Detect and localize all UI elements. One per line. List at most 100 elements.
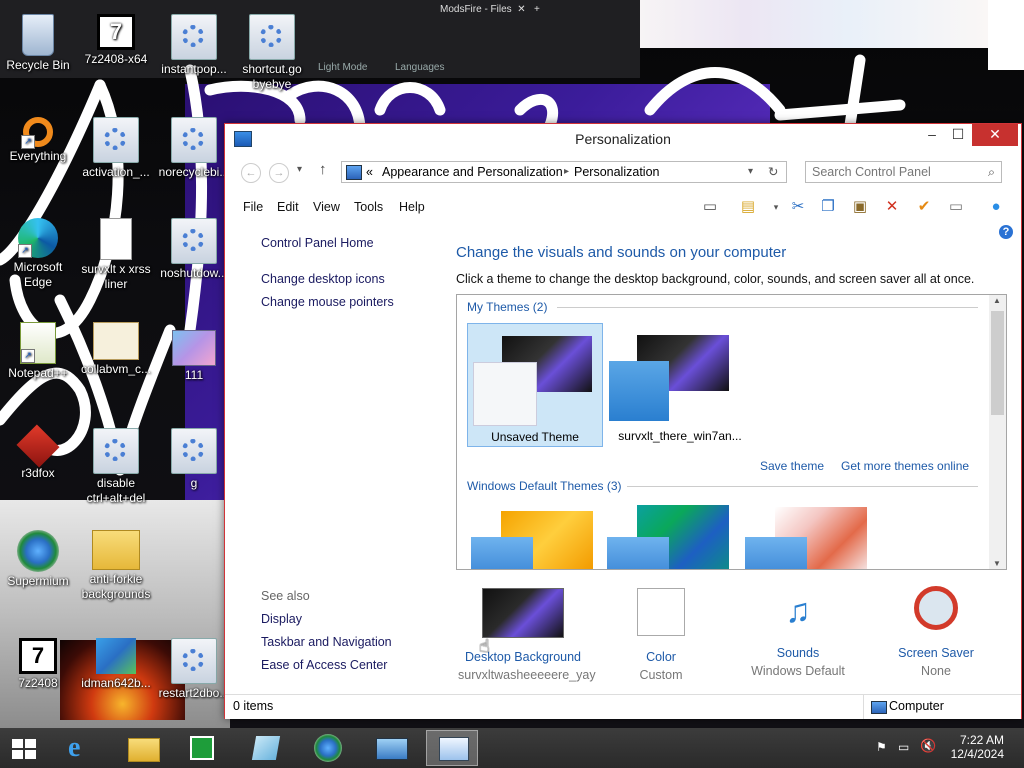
maximize-button[interactable]: ☐ bbox=[945, 124, 971, 146]
desktop-icon-idman[interactable]: idman642b... bbox=[78, 638, 154, 691]
page-title: Change the visuals and sounds on your co… bbox=[456, 244, 787, 261]
title-bar[interactable]: Personalization – ☐ ✕ bbox=[225, 124, 1021, 154]
system-clock[interactable]: 7:22 AM 12/4/2024 bbox=[951, 733, 1004, 761]
menu-tools[interactable]: Tools bbox=[354, 200, 383, 214]
desktop-icon-recycle-bin[interactable]: Recycle Bin bbox=[0, 14, 76, 73]
taskbar-app-glass[interactable] bbox=[240, 730, 292, 766]
desktop-icon-instantpop[interactable]: instantpop... bbox=[156, 14, 232, 77]
desktop-icon-111[interactable]: 111 bbox=[156, 330, 232, 383]
scroll-down-icon[interactable]: ▼ bbox=[993, 559, 1001, 568]
desktop-icon-restart2dboot[interactable]: restart2dbo... bbox=[156, 638, 232, 701]
up-button[interactable]: ↑ bbox=[319, 161, 327, 178]
setting-value: None bbox=[921, 664, 951, 678]
menu-edit[interactable]: Edit bbox=[277, 200, 299, 214]
desktop-background-thumbnail-icon bbox=[482, 588, 564, 638]
edge-icon: ↗ bbox=[18, 218, 58, 258]
layout-icon[interactable]: ▭ bbox=[699, 196, 721, 218]
theme-flowers[interactable] bbox=[745, 507, 871, 569]
back-button[interactable]: ← bbox=[241, 163, 261, 183]
desktop-icon-notepad-plus-plus[interactable]: ↗ Notepad++ bbox=[0, 322, 76, 381]
minimize-button[interactable]: – bbox=[919, 124, 945, 146]
color-setting[interactable]: Color Custom bbox=[596, 586, 726, 682]
tray-flag-icon[interactable]: ⚑ bbox=[876, 740, 887, 754]
desktop-icon-survxlt-liner[interactable]: survxlt x xrss liner bbox=[78, 218, 154, 292]
setting-value: Windows Default bbox=[751, 664, 845, 678]
help-icon[interactable]: ? bbox=[999, 225, 1013, 239]
get-more-themes-link[interactable]: Get more themes online bbox=[841, 459, 969, 473]
scrollbar-thumb[interactable] bbox=[991, 311, 1004, 415]
taskbar-store[interactable] bbox=[176, 730, 228, 766]
delete-icon[interactable]: ✕ bbox=[881, 196, 903, 218]
menu-view[interactable]: View bbox=[313, 200, 340, 214]
r3dfox-icon bbox=[16, 424, 60, 468]
settings-gear-icon bbox=[171, 218, 217, 264]
desktop-icon-shortcut-go-byebye[interactable]: shortcut.go byebye bbox=[234, 14, 310, 92]
see-also-heading: See also bbox=[261, 589, 310, 603]
mouse-cursor-icon: ☝ bbox=[479, 636, 490, 656]
desktop-icon-disable-ctrl-alt-del[interactable]: disable ctrl+alt+del bbox=[78, 428, 154, 506]
desktop-icon-7z2408[interactable]: 7 7z2408 bbox=[0, 638, 76, 691]
taskbar-control-panel[interactable] bbox=[426, 730, 478, 766]
desktop-icon-r3dfox[interactable]: r3dfox bbox=[0, 424, 76, 481]
start-button[interactable] bbox=[0, 730, 48, 766]
taskbar-file-explorer[interactable] bbox=[116, 730, 168, 766]
address-bar[interactable]: « Appearance and Personalization ▸ Perso… bbox=[341, 161, 787, 183]
cut-icon[interactable]: ✂ bbox=[787, 196, 809, 218]
theme-unsaved[interactable]: Unsaved Theme bbox=[467, 323, 603, 447]
desktop-icon-activation[interactable]: activation_... bbox=[78, 117, 154, 180]
desktop-icon-noshutdown[interactable]: noshutdow... bbox=[156, 218, 232, 281]
themes-scrollbar[interactable]: ▲ ▼ bbox=[989, 295, 1006, 569]
desktop-icon-norecyclebin[interactable]: norecyclebi... bbox=[156, 117, 232, 180]
link-change-mouse-pointers[interactable]: Change mouse pointers bbox=[261, 295, 394, 309]
desktop-icon-anti-forkie-backgrounds[interactable]: anti-forkie backgrounds bbox=[78, 530, 154, 602]
menu-file[interactable]: File bbox=[243, 200, 263, 214]
desktop-icon-microsoft-edge[interactable]: ↗ Microsoft Edge bbox=[0, 218, 76, 290]
save-theme-link[interactable]: Save theme bbox=[760, 459, 824, 473]
refresh-icon[interactable]: ↻ bbox=[768, 162, 778, 182]
organize-dropdown-icon[interactable]: ▾ bbox=[765, 196, 787, 218]
address-overflow[interactable]: « bbox=[366, 162, 373, 182]
sounds-setting[interactable]: ♫ Sounds Windows Default bbox=[733, 586, 863, 678]
control-panel-icon bbox=[346, 165, 362, 180]
screen-saver-setting[interactable]: Screen Saver None bbox=[871, 586, 1001, 678]
desktop-icon-everything[interactable]: ↗ Everything bbox=[0, 115, 76, 164]
desktop-background-setting[interactable]: Desktop Background survxltwasheeeeere_ya… bbox=[458, 586, 596, 682]
recent-pages-chevron-icon[interactable]: ▾ bbox=[297, 164, 302, 175]
menu-help[interactable]: Help bbox=[399, 200, 425, 214]
close-button[interactable]: ✕ bbox=[972, 124, 1018, 146]
network-globe-icon[interactable]: ● bbox=[985, 196, 1007, 218]
desktop-icon-7z2408-x64[interactable]: 7 7z2408-x64 bbox=[78, 14, 154, 67]
forward-button[interactable]: → bbox=[269, 163, 289, 183]
breadcrumb-personalization[interactable]: Personalization bbox=[574, 162, 659, 182]
desktop-icon-collabvm[interactable]: collabvm_c... bbox=[78, 322, 154, 377]
link-display[interactable]: Display bbox=[261, 612, 302, 626]
search-icon[interactable]: ⌕ bbox=[988, 162, 995, 182]
properties-check-icon[interactable]: ✔ bbox=[913, 196, 935, 218]
taskbar-remote-desktop[interactable] bbox=[364, 730, 416, 766]
theme-survxlt[interactable]: survxlt_there_win7an... bbox=[607, 323, 743, 447]
theme-lines-and-colors[interactable] bbox=[607, 505, 733, 569]
taskbar: e ⚑ ▭ 🔇 7:22 AM 12/4/2024 bbox=[0, 728, 1024, 768]
organize-icon[interactable]: ▤ bbox=[737, 196, 759, 218]
link-change-desktop-icons[interactable]: Change desktop icons bbox=[261, 272, 385, 286]
copy-icon[interactable]: ❐ bbox=[817, 196, 839, 218]
paste-icon[interactable]: ▣ bbox=[849, 196, 871, 218]
taskbar-internet-explorer[interactable]: e bbox=[56, 730, 108, 766]
desktop-icon-g[interactable]: g bbox=[156, 428, 232, 491]
theme-windows[interactable] bbox=[471, 511, 597, 569]
app-icon bbox=[251, 736, 281, 760]
recycle-bin-icon bbox=[22, 14, 54, 56]
tray-volume-icon[interactable]: 🔇 bbox=[920, 738, 936, 754]
taskbar-supermium[interactable] bbox=[302, 730, 354, 766]
link-ease-of-access-center[interactable]: Ease of Access Center bbox=[261, 658, 387, 672]
link-taskbar-and-navigation[interactable]: Taskbar and Navigation bbox=[261, 635, 392, 649]
breadcrumb-appearance[interactable]: Appearance and Personalization bbox=[382, 162, 563, 182]
tray-screen-icon[interactable]: ▭ bbox=[898, 740, 909, 754]
address-dropdown-icon[interactable]: ▾ bbox=[748, 162, 753, 182]
status-item-count: 0 items bbox=[233, 699, 274, 713]
link-control-panel-home[interactable]: Control Panel Home bbox=[261, 236, 374, 250]
rename-icon[interactable]: ▭ bbox=[945, 196, 967, 218]
desktop-icon-supermium[interactable]: Supermium bbox=[0, 530, 76, 589]
search-input[interactable]: Search Control Panel ⌕ bbox=[805, 161, 1002, 183]
scroll-up-icon[interactable]: ▲ bbox=[993, 296, 1001, 305]
